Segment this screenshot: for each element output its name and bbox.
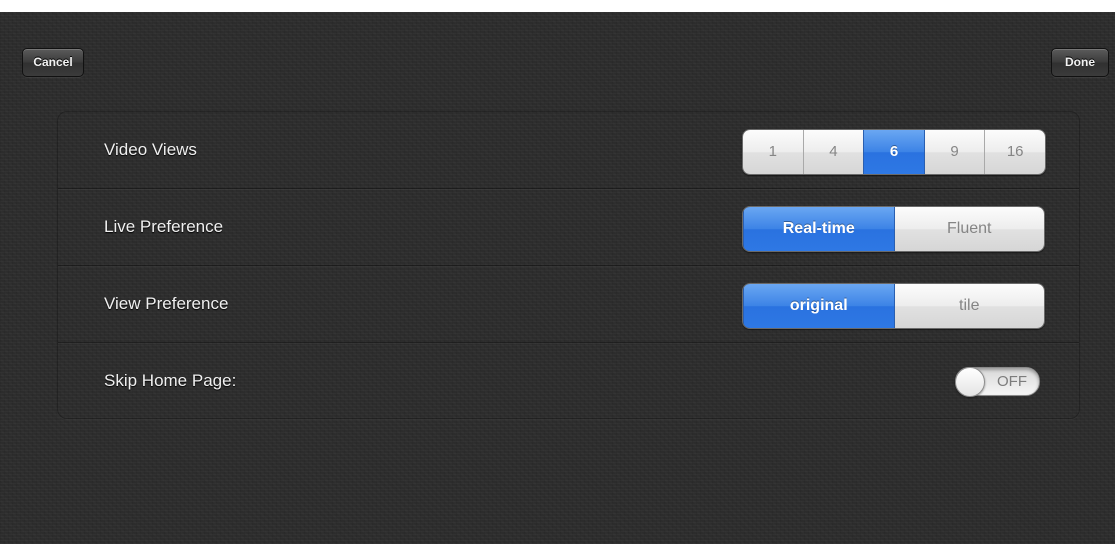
toggle-state-text: OFF bbox=[997, 373, 1027, 390]
live-preference-row: Live Preference Real-time Fluent bbox=[58, 189, 1079, 266]
settings-group: Video Views 1 4 6 9 16 Live Preference R… bbox=[57, 111, 1080, 419]
cancel-button[interactable]: Cancel bbox=[22, 48, 84, 77]
live-preference-label: Live Preference bbox=[104, 217, 224, 236]
live-preference-option-fluent[interactable]: Fluent bbox=[893, 207, 1044, 251]
done-button[interactable]: Done bbox=[1051, 48, 1109, 77]
video-views-option-6[interactable]: 6 bbox=[863, 130, 924, 174]
video-views-segmented-control: 1 4 6 9 16 bbox=[742, 129, 1046, 175]
view-preference-option-original[interactable]: original bbox=[743, 284, 894, 328]
skip-home-page-label: Skip Home Page: bbox=[104, 371, 237, 390]
toggle-knob bbox=[955, 367, 985, 397]
skip-home-page-toggle[interactable]: OFF bbox=[955, 367, 1040, 397]
live-preference-segmented-control: Real-time Fluent bbox=[742, 206, 1045, 252]
skip-home-page-row: Skip Home Page: OFF bbox=[58, 343, 1079, 419]
view-preference-segmented-control: original tile bbox=[742, 283, 1045, 329]
live-preference-option-realtime[interactable]: Real-time bbox=[743, 207, 894, 251]
view-preference-row: View Preference original tile bbox=[58, 266, 1079, 343]
video-views-option-16[interactable]: 16 bbox=[984, 130, 1045, 174]
video-views-option-4[interactable]: 4 bbox=[802, 130, 864, 174]
video-views-row: Video Views 1 4 6 9 16 bbox=[58, 112, 1079, 189]
video-views-option-9[interactable]: 9 bbox=[923, 130, 985, 174]
video-views-label: Video Views bbox=[104, 140, 197, 159]
view-preference-label: View Preference bbox=[104, 294, 229, 313]
view-preference-option-tile[interactable]: tile bbox=[893, 284, 1044, 328]
settings-screen: Cancel Done Video Views 1 4 6 9 16 Live … bbox=[0, 12, 1115, 544]
video-views-option-1[interactable]: 1 bbox=[743, 130, 803, 174]
